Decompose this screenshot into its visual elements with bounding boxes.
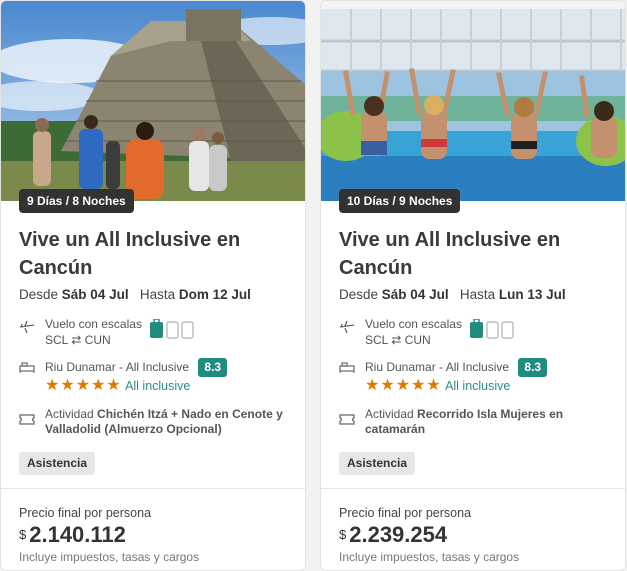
roundtrip-arrows-icon: ⇄	[71, 333, 82, 347]
bed-icon	[19, 359, 35, 375]
date-from: Sáb 04 Jul	[381, 287, 449, 302]
hotel-score-badge: 8.3	[518, 358, 548, 377]
package-card-list: 9 Días / 8 Noches Vive un All Inclusive …	[0, 0, 627, 571]
price-note: Incluye impuestos, tasas y cargos	[19, 550, 200, 564]
price-amount: 2.140.112	[29, 522, 126, 547]
price: $2.239.254	[339, 522, 447, 548]
price: $2.140.112	[19, 522, 126, 548]
price-currency: $	[339, 527, 347, 542]
ticket-icon	[339, 411, 355, 427]
date-to: Dom 12 Jul	[178, 287, 251, 302]
flight-destination: CUN	[404, 333, 431, 347]
flight-destination: CUN	[84, 333, 111, 347]
divider	[1, 488, 305, 489]
price-currency: $	[19, 527, 27, 542]
date-from: Sáb 04 Jul	[61, 287, 129, 302]
hotel-name[interactable]: Riu Dunamar - All Inclusive	[365, 360, 509, 374]
assistance-tag: Asistencia	[339, 452, 416, 475]
airplane-icon	[19, 319, 35, 335]
baggage-icons[interactable]	[469, 318, 517, 342]
assistance-tag: Asistencia	[19, 452, 96, 475]
bed-icon	[339, 359, 355, 375]
price-note: Incluye impuestos, tasas y cargos	[339, 550, 520, 564]
airplane-icon	[339, 319, 355, 335]
hotel-score-badge: 8.3	[198, 358, 228, 377]
package-image[interactable]	[321, 1, 625, 201]
activity-label: Actividad	[45, 407, 94, 421]
date-to-label: Hasta	[139, 287, 176, 302]
duration-badge: 10 Días / 9 Noches	[339, 189, 461, 213]
date-from-label: Desde	[19, 287, 59, 302]
price-label: Precio final por persona	[339, 506, 472, 520]
flight-route: SCL ⇄ CUN	[45, 333, 111, 348]
price-amount: 2.239.254	[349, 522, 448, 547]
date-to: Lun 13 Jul	[498, 287, 566, 302]
package-card[interactable]: 10 Días / 9 Noches Vive un All Inclusive…	[320, 0, 626, 571]
package-image[interactable]	[1, 1, 305, 201]
star-rating-icon: ★★★★★	[365, 377, 442, 394]
divider	[321, 488, 625, 489]
date-to-label: Hasta	[459, 287, 496, 302]
duration-badge: 9 Días / 8 Noches	[19, 189, 134, 213]
flight-origin: SCL	[45, 333, 68, 347]
package-title[interactable]: Vive un All Inclusive en Cancún	[19, 226, 289, 282]
baggage-icons[interactable]	[149, 318, 197, 342]
date-from-label: Desde	[339, 287, 379, 302]
price-label: Precio final por persona	[19, 506, 152, 520]
star-rating-icon: ★★★★★	[45, 377, 122, 394]
flight-origin: SCL	[365, 333, 388, 347]
activity-label: Actividad	[365, 407, 414, 421]
flight-label: Vuelo con escalas	[365, 317, 462, 331]
package-card[interactable]: 9 Días / 8 Noches Vive un All Inclusive …	[0, 0, 306, 571]
flight-label: Vuelo con escalas	[45, 317, 142, 331]
hotel-name[interactable]: Riu Dunamar - All Inclusive	[45, 360, 189, 374]
roundtrip-arrows-icon: ⇄	[391, 333, 402, 347]
package-title[interactable]: Vive un All Inclusive en Cancún	[339, 226, 609, 282]
travel-dates: Desde Sáb 04 Jul Hasta Lun 13 Jul	[339, 287, 566, 302]
ticket-icon	[19, 411, 35, 427]
travel-dates: Desde Sáb 04 Jul Hasta Dom 12 Jul	[19, 287, 251, 302]
flight-route: SCL ⇄ CUN	[365, 333, 431, 348]
meal-plan: All inclusive	[125, 379, 191, 393]
meal-plan: All inclusive	[445, 379, 511, 393]
